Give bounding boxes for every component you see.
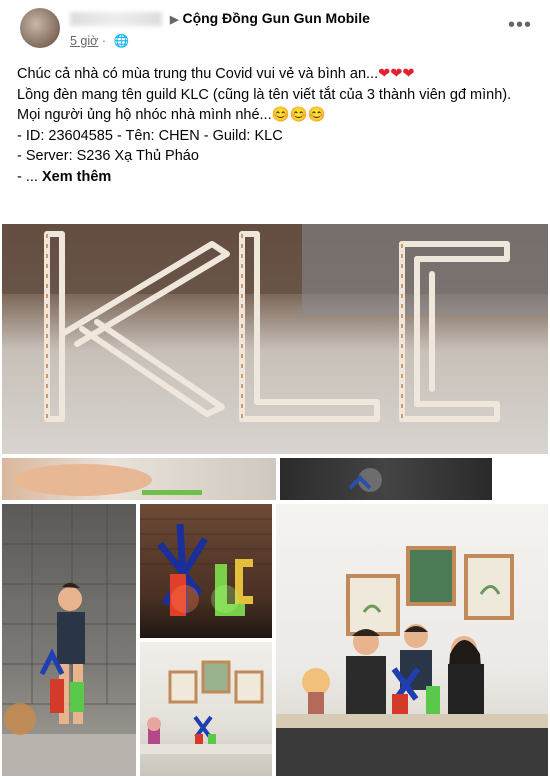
photo-strip-hand[interactable] bbox=[2, 458, 276, 500]
photo-table-room[interactable] bbox=[140, 642, 272, 776]
arrow-right-icon: ▶ bbox=[170, 14, 179, 26]
author-name-blurred[interactable] bbox=[70, 12, 162, 27]
text-line-4: - ID: 23604585 - Tên: CHEN - Guild: KLC bbox=[17, 127, 283, 144]
smile-emoji: 😊😊😊 bbox=[271, 107, 326, 123]
boy-with-lantern-illustration bbox=[2, 504, 136, 776]
glowing-lanterns-illustration bbox=[140, 518, 272, 616]
heart-emoji: ❤❤❤ bbox=[378, 66, 415, 82]
author-line: ▶ Cộng Đồng Gun Gun Mobile bbox=[70, 10, 370, 27]
family-portrait-illustration bbox=[276, 546, 548, 776]
group-name[interactable]: Cộng Đồng Gun Gun Mobile bbox=[182, 10, 369, 26]
klc-letters-illustration bbox=[2, 224, 548, 422]
photo-boy-stone-wall[interactable] bbox=[2, 504, 136, 776]
post-time[interactable]: 5 giờ bbox=[70, 34, 98, 48]
photo-lanterns-brick[interactable] bbox=[140, 504, 272, 638]
room-table-illustration bbox=[140, 660, 272, 754]
text-line-3: Mọi người ủng hộ nhóc nhà mình nhé...😊😊😊 bbox=[17, 105, 537, 126]
text-line-6: - ... Xem thêm bbox=[17, 167, 537, 188]
more-options-icon[interactable]: ••• bbox=[508, 14, 532, 37]
text-line-5: - Server: S236 Xạ Thủ Pháo bbox=[17, 148, 199, 164]
text-line-3-content: Mọi người ủng hộ nhóc nhà mình nhé... bbox=[17, 107, 272, 123]
photo-grid bbox=[0, 222, 550, 777]
text-line-6-prefix: - ... bbox=[17, 168, 42, 185]
text-line-2: Lồng đèn mang tên guild KLC (cũng là tên… bbox=[17, 86, 512, 103]
lantern-glow-illustration bbox=[348, 468, 382, 492]
post-text: Chúc cả nhà có mùa trung thu Covid vui v… bbox=[17, 64, 537, 187]
see-more-link[interactable]: Xem thêm bbox=[42, 169, 111, 185]
text-line-1: Chúc cả nhà có mùa trung thu Covid vui v… bbox=[17, 64, 537, 85]
post-meta: 5 giờ · 🌐 bbox=[70, 34, 130, 48]
text-line-1-content: Chúc cả nhà có mùa trung thu Covid vui v… bbox=[17, 66, 379, 82]
photo-klc-letters[interactable] bbox=[2, 224, 548, 454]
photo-family-table[interactable] bbox=[276, 504, 548, 776]
post-header: ▶ Cộng Đồng Gun Gun Mobile 5 giờ · 🌐 ••• bbox=[0, 0, 550, 60]
hand-illustration bbox=[12, 464, 202, 496]
author-avatar[interactable] bbox=[20, 8, 60, 48]
photo-strip-dark[interactable] bbox=[280, 458, 492, 500]
globe-icon: 🌐 bbox=[113, 34, 130, 48]
